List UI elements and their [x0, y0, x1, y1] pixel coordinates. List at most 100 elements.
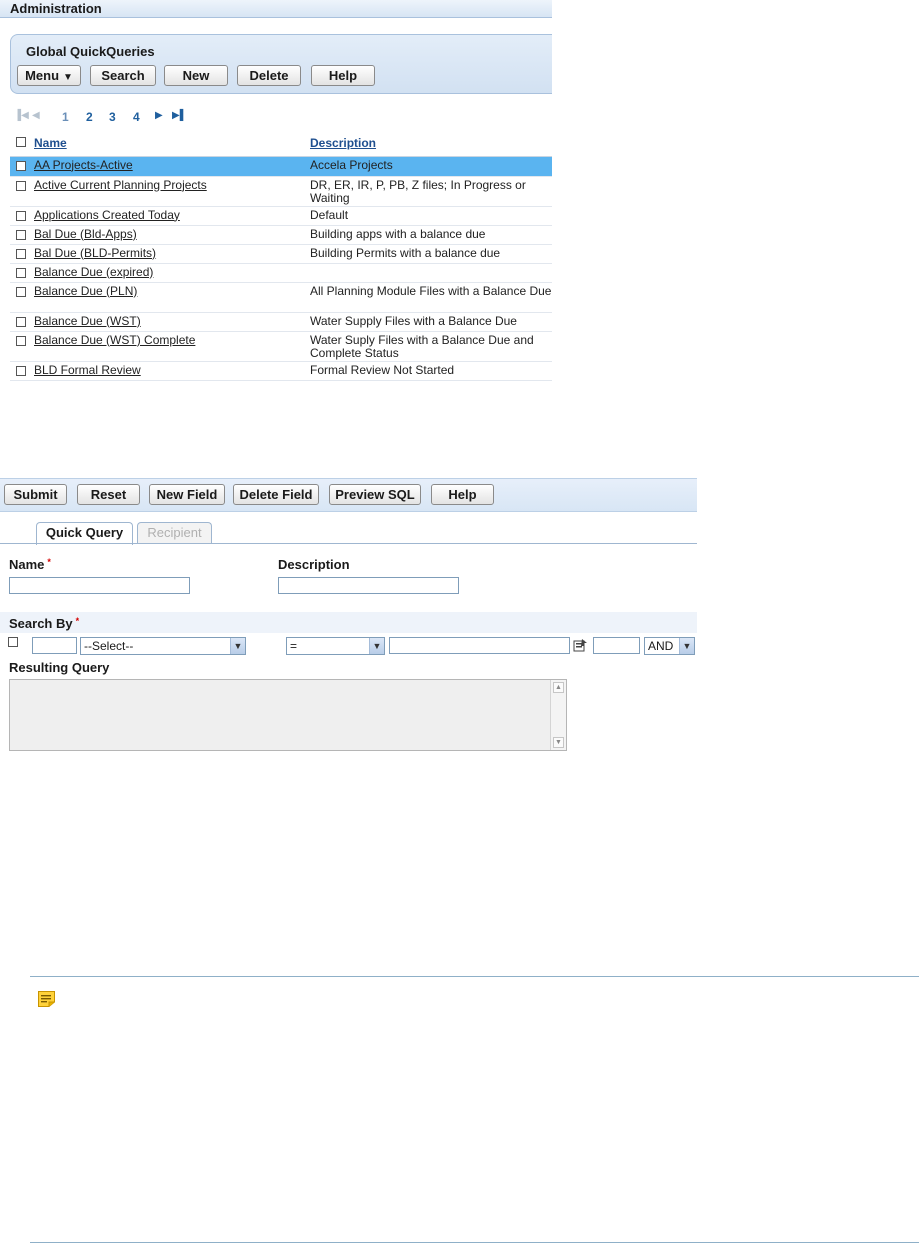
select-all-checkbox[interactable] — [16, 136, 26, 147]
search-button[interactable]: Search — [90, 65, 156, 86]
description-column-header[interactable]: Description — [310, 136, 376, 150]
reset-button[interactable]: Reset — [77, 484, 140, 505]
resulting-query-textarea[interactable]: ▲ ▼ — [9, 679, 567, 751]
row-description: DR, ER, IR, P, PB, Z files; In Progress … — [310, 177, 526, 205]
chevron-down-icon: ▼ — [230, 638, 245, 654]
row-checkbox[interactable] — [16, 365, 26, 376]
page-link-3[interactable]: 3 — [109, 110, 116, 124]
scroll-down-icon[interactable]: ▼ — [553, 737, 564, 748]
delete-button[interactable]: Delete — [237, 65, 301, 86]
first-page-icon[interactable]: ▐◀ — [14, 110, 29, 121]
menu-dropdown-icon: ▼ — [63, 72, 73, 83]
table-row[interactable]: Active Current Planning Projects DR, ER,… — [10, 176, 552, 207]
admin-header: Administration — [0, 0, 552, 18]
table-row[interactable]: BLD Formal Review Formal Review Not Star… — [10, 361, 552, 381]
page-link-2[interactable]: 2 — [86, 110, 93, 124]
row-checkbox[interactable] — [16, 335, 26, 346]
row-name-link[interactable]: Bal Due (Bld-Apps) — [34, 226, 310, 241]
table-row[interactable]: Balance Due (expired) — [10, 263, 552, 283]
row-checkbox[interactable] — [16, 160, 26, 171]
scroll-up-icon[interactable]: ▲ — [553, 682, 564, 693]
row-checkbox[interactable] — [16, 229, 26, 240]
prev-page-icon[interactable]: ◀ — [32, 110, 40, 121]
row-description: Water Suply Files with a Balance Due and… — [310, 332, 534, 360]
table-row[interactable]: Applications Created Today Default — [10, 206, 552, 226]
name-label: Name * — [9, 557, 51, 572]
name-label-text: Name — [9, 557, 45, 572]
row-name-link[interactable]: AA Projects-Active — [34, 157, 310, 172]
field-select-value: --Select-- — [84, 639, 134, 653]
row-name-link[interactable]: Applications Created Today — [34, 207, 310, 222]
menu-button-label: Menu — [25, 68, 60, 83]
operator-select[interactable]: = ▼ — [286, 637, 385, 655]
row-name-link[interactable]: Bal Due (BLD-Permits) — [34, 245, 310, 260]
menu-button[interactable]: Menu ▼ — [17, 65, 81, 86]
row-description — [310, 264, 552, 266]
tab-recipient[interactable]: Recipient — [137, 522, 212, 544]
connector-select[interactable]: AND ▼ — [644, 637, 695, 655]
search-by-label-text: Search By — [9, 616, 73, 631]
name-input[interactable] — [9, 577, 190, 594]
search-by-band — [0, 612, 697, 633]
operator-select-value: = — [290, 639, 298, 653]
tabs-divider — [0, 543, 697, 544]
row-checkbox[interactable] — [16, 248, 26, 259]
table-row[interactable]: Balance Due (WST) Water Supply Files wit… — [10, 312, 552, 332]
scrollbar[interactable]: ▲ ▼ — [550, 680, 566, 750]
row-name-link[interactable]: Balance Due (PLN) — [34, 283, 310, 298]
delete-field-button[interactable]: Delete Field — [233, 484, 319, 505]
criteria-checkbox[interactable] — [8, 637, 18, 647]
next-page-icon[interactable]: ▶ — [155, 110, 163, 121]
close-paren-input[interactable] — [593, 637, 640, 654]
name-column-header[interactable]: Name — [34, 136, 67, 150]
tab-quick-query[interactable]: Quick Query — [36, 522, 133, 545]
table-row[interactable]: Balance Due (WST) Complete Water Suply F… — [10, 331, 552, 362]
form-toolbar: Submit Reset New Field Delete Field Prev… — [0, 478, 697, 512]
new-field-button[interactable]: New Field — [149, 484, 225, 505]
form-help-button[interactable]: Help — [431, 484, 494, 505]
select-all-cell — [10, 130, 34, 157]
table-row[interactable]: Bal Due (BLD-Permits) Building Permits w… — [10, 244, 552, 264]
table-row[interactable]: Bal Due (Bld-Apps) Building apps with a … — [10, 225, 552, 245]
note-top-divider — [30, 976, 919, 977]
row-description: Water Supply Files with a Balance Due — [310, 313, 517, 328]
required-marker: * — [75, 616, 80, 626]
new-button[interactable]: New — [164, 65, 228, 86]
search-by-label: Search By * — [9, 616, 79, 631]
panel-title: Global QuickQueries — [26, 44, 155, 59]
connector-select-value: AND — [648, 639, 674, 653]
table-row[interactable]: AA Projects-Active Accela Projects — [10, 156, 552, 177]
calendar-picker-icon[interactable] — [573, 638, 588, 653]
row-name-link[interactable]: BLD Formal Review — [34, 362, 310, 377]
row-description: Default — [310, 207, 349, 222]
row-name-link[interactable]: Balance Due (expired) — [34, 264, 310, 279]
row-description: Formal Review Not Started — [310, 362, 455, 377]
row-description: Building Permits with a balance due — [310, 245, 501, 260]
value-input[interactable] — [389, 637, 570, 654]
open-paren-input[interactable] — [32, 637, 77, 654]
submit-button[interactable]: Submit — [4, 484, 67, 505]
table-row[interactable]: Balance Due (PLN) All Planning Module Fi… — [10, 282, 552, 313]
row-checkbox[interactable] — [16, 180, 26, 191]
chevron-down-icon: ▼ — [369, 638, 384, 654]
preview-sql-button[interactable]: Preview SQL — [329, 484, 421, 505]
row-checkbox[interactable] — [16, 316, 26, 327]
chevron-down-icon: ▼ — [679, 638, 694, 654]
row-description: Building apps with a balance due — [310, 226, 486, 241]
row-name-link[interactable]: Balance Due (WST) — [34, 313, 310, 328]
row-name-link[interactable]: Balance Due (WST) Complete — [34, 332, 310, 347]
admin-title: Administration — [10, 1, 102, 16]
page-link-4[interactable]: 4 — [133, 110, 140, 124]
quickqueries-table: Name Description AA Projects-Active Acce… — [10, 130, 552, 381]
row-checkbox[interactable] — [16, 286, 26, 297]
description-input[interactable] — [278, 577, 459, 594]
last-page-icon[interactable]: ▶▌ — [172, 110, 187, 121]
row-name-link[interactable]: Active Current Planning Projects — [34, 177, 310, 192]
field-select[interactable]: --Select-- ▼ — [80, 637, 246, 655]
row-checkbox[interactable] — [16, 210, 26, 221]
help-button[interactable]: Help — [311, 65, 375, 86]
page-link-1[interactable]: 1 — [62, 110, 69, 124]
note-icon — [38, 991, 55, 1007]
row-checkbox[interactable] — [16, 267, 26, 278]
row-description: All Planning Module Files with a Balance… — [310, 283, 552, 298]
